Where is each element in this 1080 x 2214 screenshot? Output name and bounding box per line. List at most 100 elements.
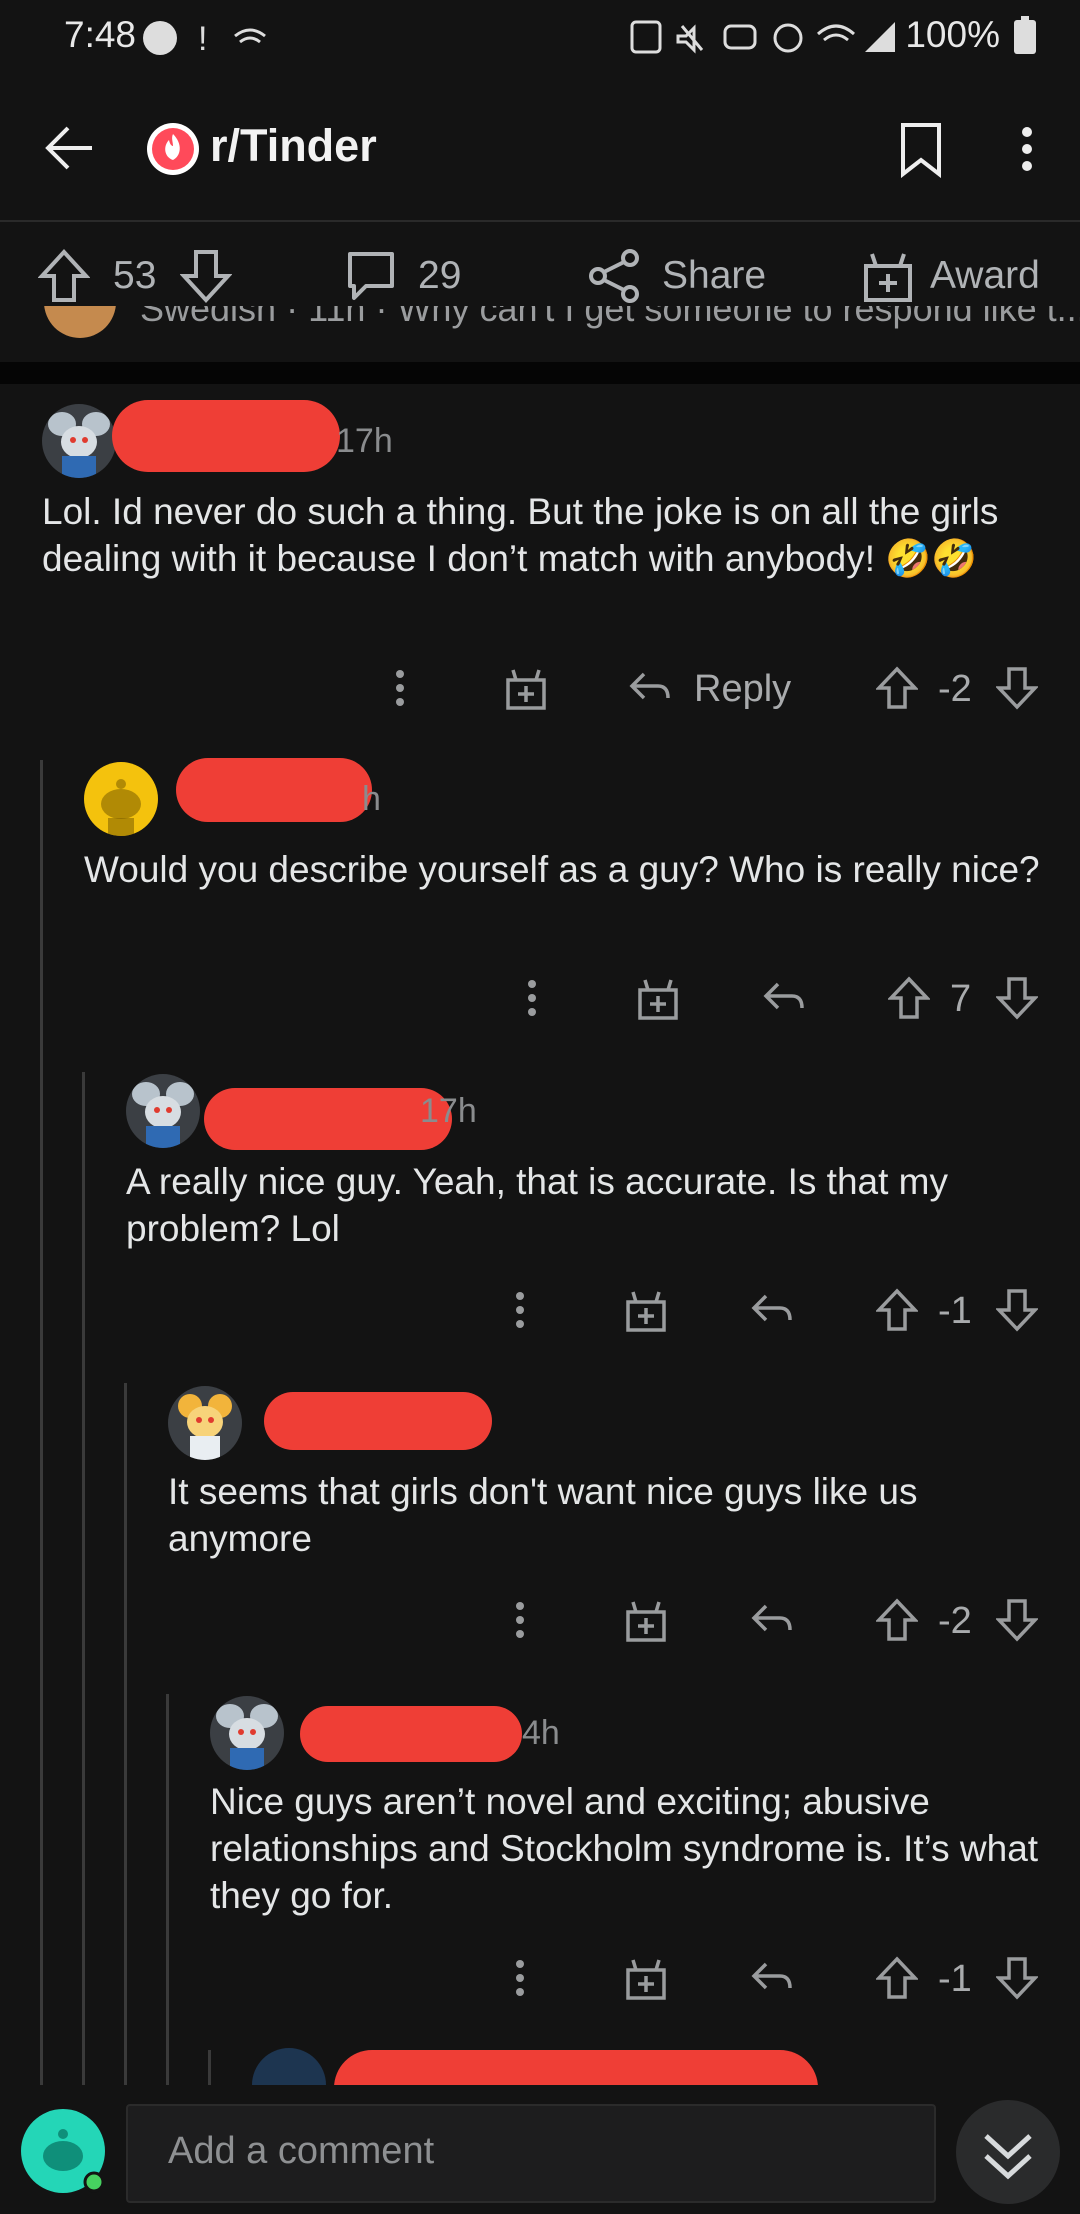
comment-body: A really nice guy. Yeah, that is accurat… bbox=[126, 1161, 948, 1249]
next-comment-button[interactable] bbox=[956, 2100, 1060, 2204]
battery-percent: 100% bbox=[905, 14, 1000, 55]
thread-line-4[interactable] bbox=[166, 1694, 169, 2085]
reply-arrow-icon bbox=[751, 1294, 792, 1322]
gift-award-icon bbox=[638, 979, 678, 1020]
comment-body: It seems that girls don't want nice guys… bbox=[168, 1471, 918, 1559]
comment-body: Would you describe yourself as a guy? Wh… bbox=[84, 849, 1040, 890]
share-label[interactable]: Share bbox=[662, 254, 766, 298]
add-comment-input[interactable]: Add a comment bbox=[126, 2104, 936, 2203]
comment-score: -1 bbox=[938, 1290, 972, 1332]
back-arrow-icon bbox=[45, 126, 92, 170]
redacted-username bbox=[264, 1392, 492, 1450]
thread-line-3[interactable] bbox=[124, 1383, 127, 2085]
comment-upvote-button[interactable] bbox=[876, 666, 918, 710]
more-options-button[interactable] bbox=[1012, 124, 1042, 174]
post-upvote-button[interactable] bbox=[38, 248, 90, 304]
comment-more-button[interactable] bbox=[520, 976, 544, 1020]
downvote-icon bbox=[996, 1599, 1038, 1642]
comment-avatar[interactable] bbox=[126, 1074, 200, 1148]
more-vertical-icon bbox=[516, 1602, 524, 1638]
comment-downvote-button[interactable] bbox=[996, 1288, 1038, 1332]
comment-award-button[interactable] bbox=[504, 666, 548, 710]
comment-reply-button[interactable] bbox=[750, 1958, 794, 1998]
comment-score: -2 bbox=[938, 668, 972, 710]
subreddit-name[interactable]: r/Tinder bbox=[210, 120, 377, 172]
comment-upvote-button[interactable] bbox=[876, 1956, 918, 2000]
thread-line-2[interactable] bbox=[82, 1072, 85, 2085]
comment-timestamp: 17h bbox=[420, 1092, 477, 1130]
more-vertical-icon bbox=[516, 1292, 524, 1328]
comment-upvote-button[interactable] bbox=[876, 1288, 918, 1332]
comment-more-button[interactable] bbox=[508, 1598, 532, 1642]
comment-reply-button[interactable] bbox=[750, 1290, 794, 1330]
reply-arrow-icon bbox=[629, 672, 670, 700]
post-downvote-button[interactable] bbox=[180, 248, 232, 304]
award-label[interactable]: Award bbox=[930, 254, 1040, 298]
notification-icons-svg: ! bbox=[143, 20, 266, 58]
gift-award-icon bbox=[626, 1601, 666, 1642]
redacted-username bbox=[204, 1088, 452, 1150]
bookmark-icon bbox=[901, 123, 941, 178]
redacted-username bbox=[176, 758, 372, 822]
comment-downvote-button[interactable] bbox=[996, 1956, 1038, 2000]
subreddit-icon[interactable] bbox=[146, 122, 200, 176]
comment-avatar[interactable] bbox=[210, 1696, 284, 1770]
comment-award-button[interactable] bbox=[624, 1598, 668, 1642]
back-button[interactable] bbox=[40, 118, 100, 178]
system-icons-svg bbox=[630, 20, 895, 54]
comment-bubble-icon bbox=[348, 252, 394, 300]
comment-award-button[interactable] bbox=[624, 1956, 668, 2000]
more-vertical-icon bbox=[396, 670, 404, 706]
comment-upvote-button[interactable] bbox=[888, 976, 930, 1020]
comment-timestamp: 4h bbox=[522, 1714, 560, 1752]
upvote-icon bbox=[876, 1956, 918, 1999]
comment-downvote-button[interactable] bbox=[996, 976, 1038, 1020]
system-icons bbox=[630, 16, 900, 60]
status-time: 7:48 bbox=[64, 14, 137, 55]
upvote-icon bbox=[888, 976, 930, 1019]
comment-downvote-button[interactable] bbox=[996, 666, 1038, 710]
upvote-icon bbox=[38, 249, 90, 302]
comment-reply-button[interactable] bbox=[750, 1600, 794, 1640]
snippet-text: Swedish · 11h · Why can't I get someone … bbox=[140, 306, 1080, 329]
more-vertical-icon bbox=[516, 1960, 524, 1996]
more-vertical-icon bbox=[528, 980, 536, 1016]
section-separator bbox=[0, 362, 1080, 384]
previous-post-snippet[interactable]: Swedish · 11h · Why can't I get someone … bbox=[0, 306, 1080, 340]
comment-award-button[interactable] bbox=[624, 1288, 668, 1332]
comment-reply-button[interactable] bbox=[628, 668, 672, 708]
gift-award-icon bbox=[506, 669, 546, 710]
reply-label[interactable]: Reply bbox=[694, 668, 791, 711]
user-avatar[interactable] bbox=[20, 2108, 106, 2194]
award-button[interactable] bbox=[862, 248, 914, 304]
comment-reply-button[interactable] bbox=[762, 978, 806, 1018]
comment-score: 7 bbox=[950, 978, 972, 1020]
comment-downvote-button[interactable] bbox=[996, 1598, 1038, 1642]
thread-line-1[interactable] bbox=[40, 760, 43, 2085]
comment-score: -2 bbox=[938, 1600, 972, 1642]
status-bar: 7:48 ! 100% bbox=[0, 0, 1080, 80]
downvote-icon bbox=[996, 667, 1038, 710]
thread-line-5[interactable] bbox=[208, 2050, 211, 2085]
bookmark-button[interactable] bbox=[898, 122, 944, 178]
comment-avatar[interactable] bbox=[84, 762, 158, 836]
reply-arrow-icon bbox=[751, 1604, 792, 1632]
comment-avatar[interactable] bbox=[168, 1386, 242, 1460]
post-comments-button[interactable] bbox=[344, 248, 398, 304]
comment-body: Lol. Id never do such a thing. But the j… bbox=[42, 491, 999, 579]
comment-more-button[interactable] bbox=[508, 1956, 532, 2000]
comment-avatar[interactable] bbox=[42, 404, 116, 478]
downvote-icon bbox=[180, 250, 232, 303]
more-vertical-icon bbox=[1022, 127, 1032, 171]
comment-upvote-button[interactable] bbox=[876, 1598, 918, 1642]
reply-arrow-icon bbox=[763, 982, 804, 1010]
post-score: 53 bbox=[113, 254, 157, 297]
comment-award-button[interactable] bbox=[636, 976, 680, 1020]
comment-timestamp: h bbox=[362, 780, 381, 818]
comment-more-button[interactable] bbox=[388, 666, 412, 710]
reply-arrow-icon bbox=[751, 1962, 792, 1990]
comment-more-button[interactable] bbox=[508, 1288, 532, 1332]
share-button[interactable] bbox=[586, 248, 642, 304]
upvote-icon bbox=[876, 666, 918, 709]
post-comment-count: 29 bbox=[418, 254, 462, 297]
